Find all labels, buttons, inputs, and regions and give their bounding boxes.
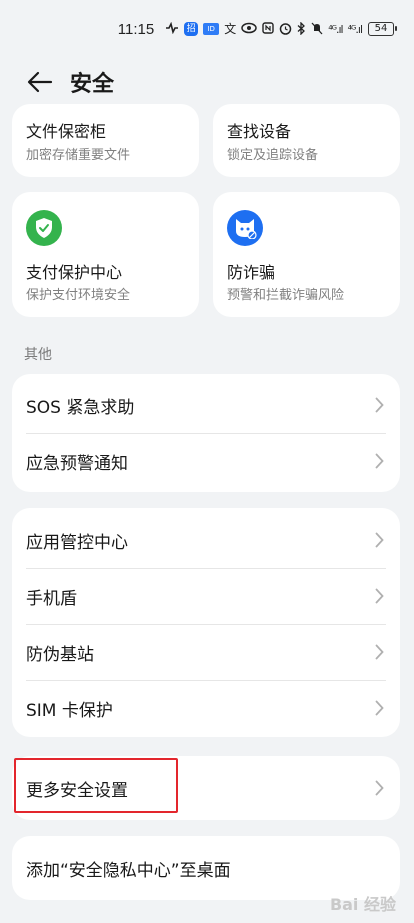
chevron-right-icon: [375, 780, 384, 796]
list-item-fake-base-station[interactable]: 防伪基站: [12, 624, 400, 680]
back-arrow-icon: [27, 71, 53, 93]
card-subtitle: 保护支付环境安全: [26, 288, 131, 303]
list-item-label: 添加“安全隐私中心”至桌面: [26, 860, 231, 881]
alarm-icon: [279, 22, 292, 37]
chevron-right-icon: [375, 453, 384, 469]
app-icon: 招: [184, 22, 199, 36]
signal-icon: ⁴ᴳ.ıl: [347, 22, 363, 36]
card-anti-fraud[interactable]: 防诈骗 预警和拦截诈骗风险: [213, 192, 400, 317]
bluetooth-icon: [297, 20, 306, 37]
heart-rate-icon: [165, 21, 179, 36]
card-title: 支付保护中心: [26, 263, 123, 282]
list-item-add-to-desktop[interactable]: 添加“安全隐私中心”至桌面: [12, 840, 400, 896]
page-header: 安全: [0, 60, 414, 104]
card-find-device[interactable]: 查找设备 锁定及追踪设备: [213, 104, 400, 177]
chevron-right-icon: [375, 532, 384, 548]
list-item-phone-shield[interactable]: 手机盾: [12, 568, 400, 624]
chevron-right-icon: [375, 644, 384, 660]
chevron-right-icon: [375, 397, 384, 413]
signal-icon: ⁴ᴳ.ıl: [328, 22, 343, 36]
list-item-label: 应用管控中心: [26, 532, 128, 553]
list-item-app-control[interactable]: 应用管控中心: [12, 512, 400, 568]
list-item-label: 应急预警通知: [26, 453, 128, 474]
battery-icon: 54: [368, 22, 397, 36]
shield-check-icon: [26, 210, 62, 246]
card-file-safe[interactable]: 文件保密柜 加密存储重要文件: [12, 104, 199, 177]
back-button[interactable]: [20, 62, 60, 102]
list-item-label: SOS 紧急求助: [26, 397, 135, 418]
page-title: 安全: [70, 72, 115, 97]
list-item-emergency-alerts[interactable]: 应急预警通知: [12, 433, 400, 489]
list-item-sim-protection[interactable]: SIM 卡保护: [12, 680, 400, 736]
card-title: 防诈骗: [227, 263, 276, 282]
card-subtitle: 加密存储重要文件: [26, 148, 131, 163]
chevron-right-icon: [375, 588, 384, 604]
card-payment-protection[interactable]: 支付保护中心 保护支付环境安全: [12, 192, 199, 317]
card-subtitle: 锁定及追踪设备: [227, 148, 319, 163]
translate-icon: 文: [224, 22, 237, 36]
list-item-label: 防伪基站: [26, 644, 94, 665]
card-title: 文件保密柜: [26, 122, 107, 141]
list-item-label: 手机盾: [26, 588, 77, 609]
list-item-label: SIM 卡保护: [26, 700, 113, 721]
card-subtitle: 预警和拦截诈骗风险: [227, 288, 345, 303]
status-bar: 11:15 招 ID 文 ⁴ᴳ.ıl ⁴ᴳ.ıl 54: [0, 0, 414, 58]
list-item-sos[interactable]: SOS 紧急求助: [12, 377, 400, 433]
nfc-icon: [262, 22, 274, 36]
list-group-protection: 应用管控中心 手机盾 防伪基站 SIM 卡保护: [12, 508, 400, 737]
app-icon: ID: [203, 23, 220, 35]
anti-fraud-icon: [227, 210, 263, 246]
chevron-right-icon: [375, 700, 384, 716]
mute-icon: [311, 22, 323, 37]
watermark-logo: Bai 经验: [329, 895, 396, 914]
highlight-box: [14, 758, 178, 813]
section-label-other: 其他: [24, 347, 52, 363]
status-time: 11:15: [117, 20, 155, 38]
eye-icon: [241, 22, 257, 36]
card-title: 查找设备: [227, 122, 292, 141]
list-group-emergency: SOS 紧急求助 应急预警通知: [12, 374, 400, 492]
